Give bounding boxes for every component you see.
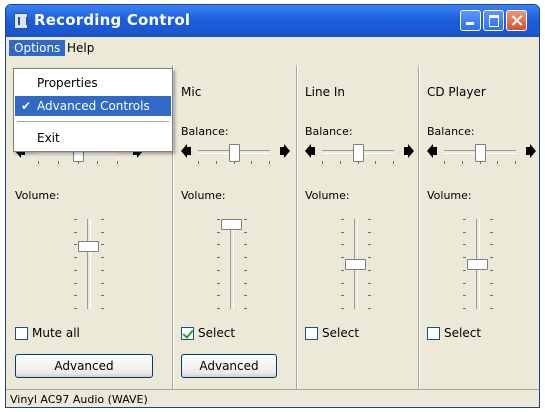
volume-track xyxy=(87,219,91,309)
menu-options[interactable]: Options xyxy=(9,40,66,56)
speaker-right-icon xyxy=(526,144,537,158)
menu-help[interactable]: Help xyxy=(62,40,99,56)
volume-track xyxy=(230,219,234,309)
volume-slider[interactable] xyxy=(78,241,99,252)
minimize-button[interactable] xyxy=(460,10,481,31)
volume-label: Volume: xyxy=(305,189,350,202)
balance-label: Balance: xyxy=(305,125,353,138)
volume-ticks-right xyxy=(368,219,372,309)
mixer-column: Line In Balance: Volume: Select xyxy=(296,59,418,389)
checkbox-label: Select xyxy=(322,326,360,340)
speaker-left-icon xyxy=(305,144,316,158)
column-label: CD Player xyxy=(427,85,486,99)
title-bar[interactable]: Recording Control xyxy=(6,5,539,37)
volume-slider[interactable] xyxy=(345,259,366,270)
volume-ticks-right xyxy=(244,219,248,309)
balance-label: Balance: xyxy=(181,125,229,138)
column-divider xyxy=(418,65,420,389)
volume-ticks-right xyxy=(101,219,105,309)
mixer-icon xyxy=(14,13,28,29)
speaker-right-icon xyxy=(280,144,291,158)
window-title: Recording Control xyxy=(34,11,191,29)
mixer-column: Mic Balance: Volume: Select Advanced xyxy=(172,59,296,389)
speaker-left-icon xyxy=(181,144,192,158)
volume-ticks-left xyxy=(217,219,221,309)
checkbox-label: Select xyxy=(198,326,236,340)
speaker-right-icon xyxy=(404,144,415,158)
menu-item[interactable]: Exit xyxy=(15,128,171,148)
menu-item-label: Exit xyxy=(37,131,60,145)
volume-label: Volume: xyxy=(427,189,472,202)
recording-control-window: Recording Control Options Help Balance: V… xyxy=(5,4,540,408)
check-icon: ✔ xyxy=(21,99,32,113)
menu-separator xyxy=(17,121,169,122)
advanced-button[interactable]: Advanced xyxy=(15,354,153,378)
select-checkbox[interactable] xyxy=(427,327,440,340)
mixer-column: CD Player Balance: Volume: Select xyxy=(418,59,539,389)
select-checkbox[interactable] xyxy=(181,327,194,340)
balance-slider[interactable] xyxy=(475,144,486,162)
maximize-button[interactable] xyxy=(483,10,504,31)
volume-label: Volume: xyxy=(15,189,60,202)
menu-item[interactable]: ✔ Advanced Controls xyxy=(15,96,171,116)
checkbox-label: Mute all xyxy=(32,326,80,340)
menu-bar: Options Help xyxy=(6,37,539,59)
volume-ticks-right xyxy=(490,219,494,309)
status-bar: Vinyl AC97 Audio (WAVE) xyxy=(6,389,539,407)
speaker-left-icon xyxy=(427,144,438,158)
status-text: Vinyl AC97 Audio (WAVE) xyxy=(10,393,148,406)
column-label: Line In xyxy=(305,85,345,99)
checkbox-label: Select xyxy=(444,326,482,340)
volume-ticks-left xyxy=(74,219,78,309)
balance-label: Balance: xyxy=(427,125,475,138)
volume-slider[interactable] xyxy=(467,259,488,270)
advanced-button[interactable]: Advanced xyxy=(181,354,277,378)
balance-slider[interactable] xyxy=(353,144,364,162)
options-menu-dropdown: Properties ✔ Advanced Controls Exit xyxy=(13,68,173,152)
column-label: Mic xyxy=(181,85,202,99)
volume-slider[interactable] xyxy=(221,219,242,230)
menu-item-label: Advanced Controls xyxy=(37,99,150,113)
menu-item-label: Properties xyxy=(37,76,98,90)
select-checkbox[interactable] xyxy=(305,327,318,340)
mute-all-checkbox[interactable] xyxy=(15,327,28,340)
menu-item[interactable]: Properties xyxy=(15,73,171,93)
column-divider xyxy=(296,65,298,389)
close-button[interactable] xyxy=(506,10,527,31)
balance-slider[interactable] xyxy=(229,144,240,162)
volume-label: Volume: xyxy=(181,189,226,202)
